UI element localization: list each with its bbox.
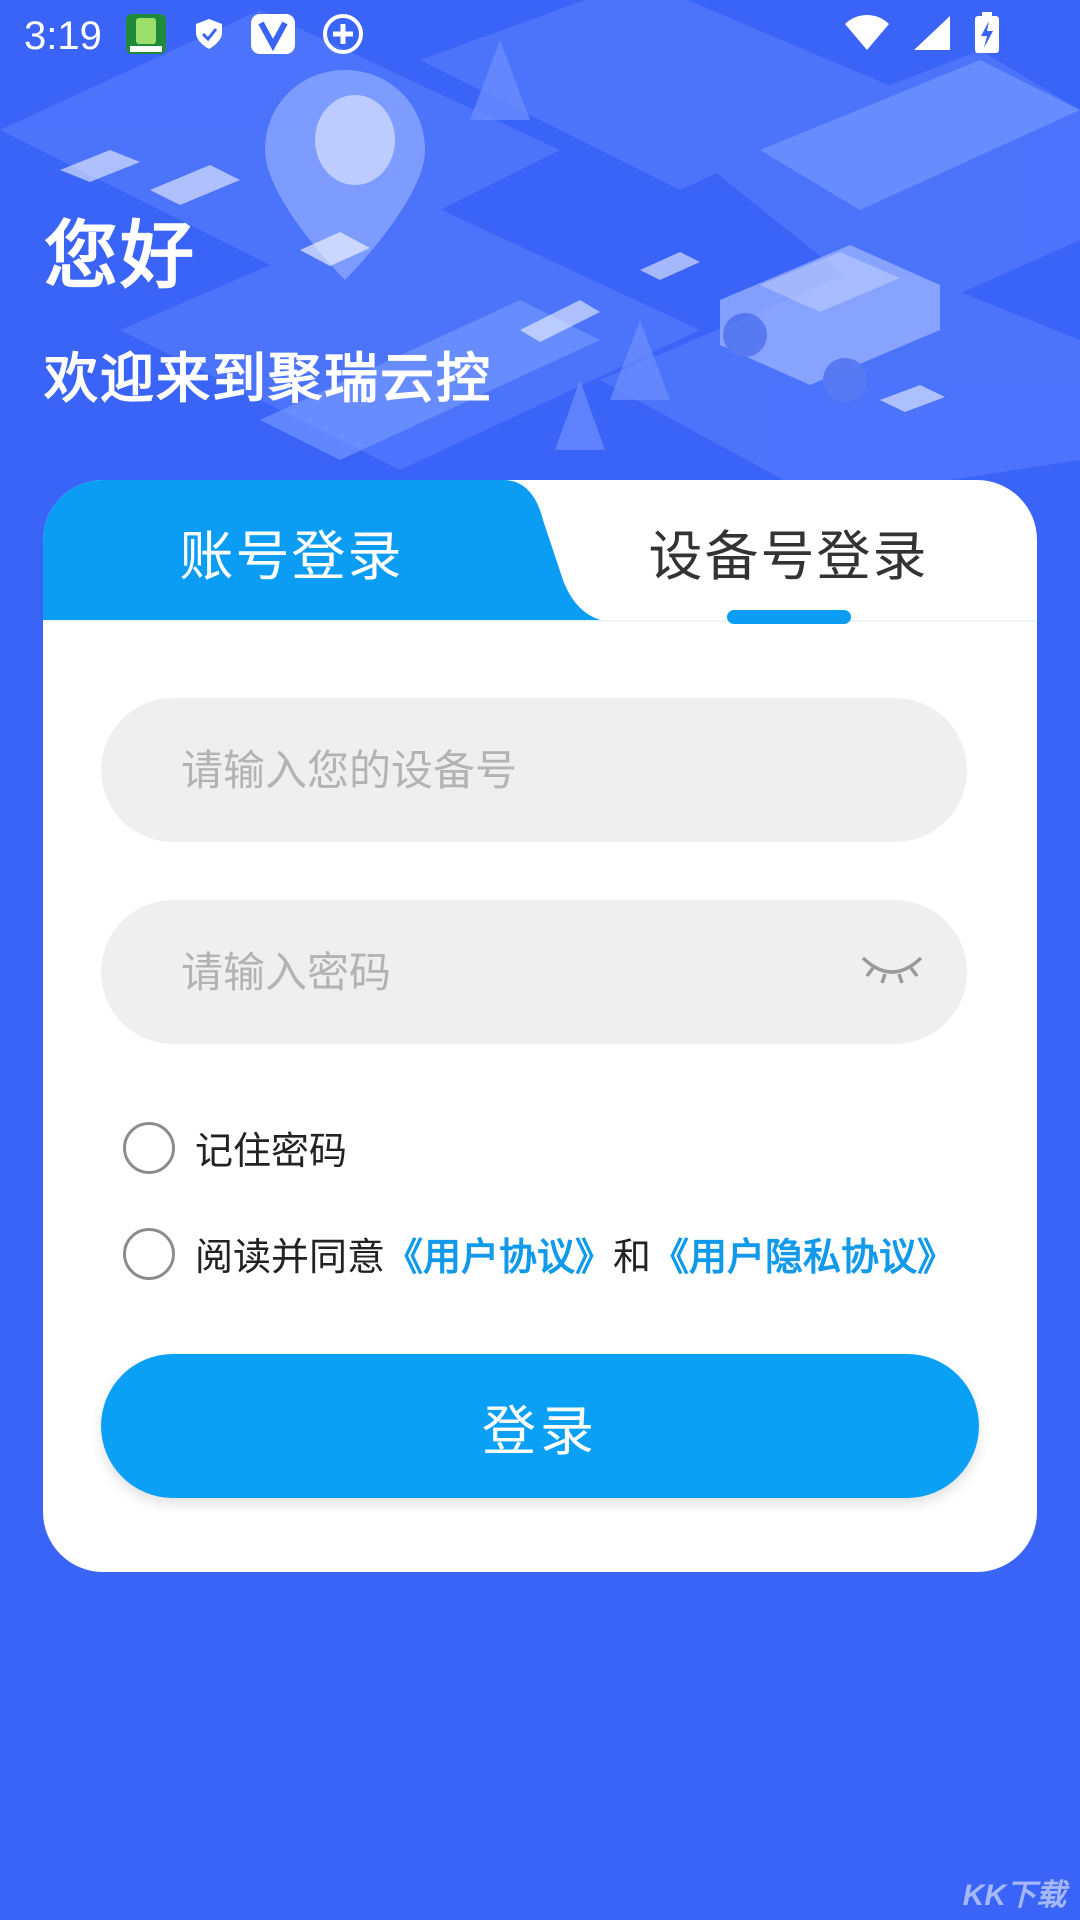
device-number-field — [101, 698, 967, 842]
vpn-v-icon — [250, 13, 296, 59]
tab-device-login[interactable]: 设备号登录 — [540, 480, 1037, 622]
wifi-icon — [844, 14, 890, 56]
agreement-checkbox[interactable] — [123, 1227, 175, 1280]
welcome-subtitle: 欢迎来到聚瑞云控 — [44, 347, 492, 410]
cell-signal-icon — [912, 14, 952, 56]
watermark-logo: KK下载 — [962, 1879, 1066, 1912]
app-badge-icon — [124, 12, 168, 60]
user-agreement-link[interactable]: 《用户协议》 — [385, 1226, 613, 1281]
login-card: 账号登录 设备号登录 记住密码 阅读并同意 《用户协议》 和 《用户隐私协议》 … — [43, 480, 1037, 1572]
status-time: 3:19 — [24, 13, 102, 58]
remember-password-row: 记住密码 — [123, 1120, 347, 1175]
eye-closed-icon[interactable] — [859, 950, 925, 990]
privacy-agreement-link[interactable]: 《用户隐私协议》 — [651, 1226, 955, 1281]
agreement-and: 和 — [613, 1235, 652, 1279]
battery-charging-icon — [974, 12, 1000, 58]
device-number-input[interactable] — [101, 698, 967, 842]
remember-password-label: 记住密码 — [195, 1129, 348, 1173]
tab-header: 账号登录 设备号登录 — [43, 480, 1037, 624]
remember-password-checkbox[interactable] — [123, 1121, 175, 1174]
agreement-prefix: 阅读并同意 — [195, 1235, 386, 1279]
password-field — [101, 900, 967, 1044]
add-circle-icon — [322, 13, 364, 59]
tab-active-indicator — [727, 610, 851, 624]
agreement-row: 阅读并同意 《用户协议》 和 《用户隐私协议》 — [123, 1226, 955, 1281]
tab-account-login[interactable]: 账号登录 — [43, 480, 540, 622]
status-bar: 3:19 — [0, 0, 1080, 72]
shield-icon — [194, 17, 224, 55]
greeting-title: 您好 — [44, 213, 196, 299]
login-button[interactable]: 登录 — [101, 1354, 979, 1498]
password-input[interactable] — [101, 900, 967, 1044]
